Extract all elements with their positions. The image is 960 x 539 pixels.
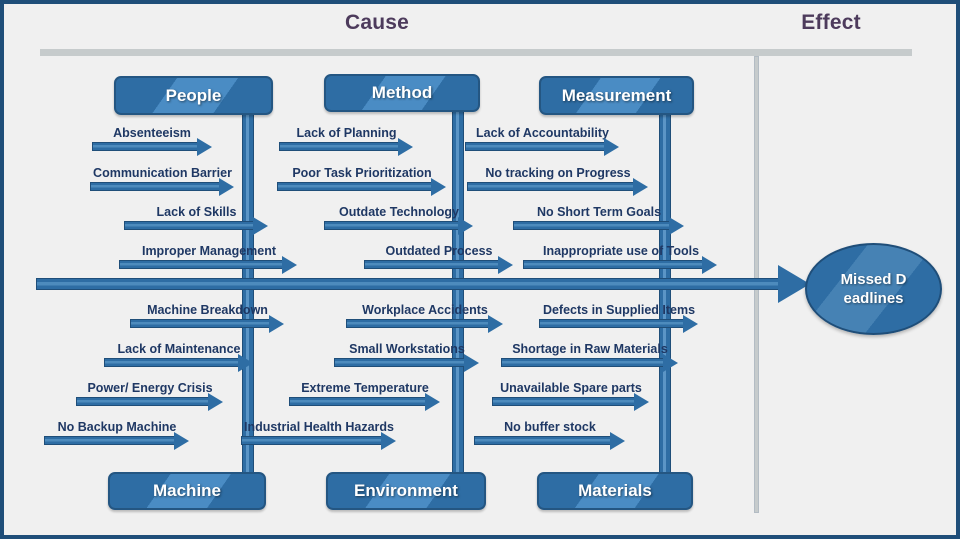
cause-measurement-1: Lack of Accountability [465, 121, 620, 156]
cause-label: Absenteeism [113, 126, 191, 140]
cause-label: Industrial Health Hazards [243, 420, 395, 434]
effect-node[interactable]: Missed Deadlines [805, 243, 942, 335]
cause-machine-2: Lack of Maintenance [104, 337, 254, 372]
fishbone-diagram: Cause Effect People Absenteeism Communic… [0, 0, 960, 539]
cause-section-title: Cause [344, 11, 410, 34]
top-divider-rule [40, 49, 912, 56]
cause-label: Extreme Temperature [301, 381, 429, 395]
category-label-measurement: Measurement [561, 85, 672, 105]
cause-label: Lack of Accountability [476, 126, 609, 140]
cause-label: Small Workstations [349, 342, 465, 356]
cause-label: Shortage in Raw Materials [512, 342, 668, 356]
cause-label: Inappropriate use of Tools [542, 244, 700, 258]
cause-label: No Backup Machine [57, 420, 177, 434]
cause-environment-3: Extreme Temperature [289, 376, 441, 411]
cause-materials-2: Shortage in Raw Materials [501, 337, 679, 372]
cause-label: Unavailable Spare parts [500, 381, 642, 395]
category-label-materials: Materials [578, 481, 652, 500]
cause-materials-4: No buffer stock [474, 415, 626, 450]
cause-people-4: Improper Management [119, 239, 299, 274]
category-box-measurement[interactable]: Measurement [539, 76, 694, 115]
cause-label: Power/ Energy Crisis [87, 381, 213, 395]
effect-node-label: Missed Deadlines [840, 271, 907, 307]
cause-method-1: Lack of Planning [279, 121, 414, 156]
cause-label: Outdate Technology [339, 205, 459, 219]
cause-people-2: Communication Barrier [90, 161, 235, 196]
cause-label: Lack of Skills [156, 205, 237, 219]
cause-machine-4: No Backup Machine [44, 415, 190, 450]
cause-label: Workplace Accidents [362, 303, 488, 317]
cause-label: No Short Term Goals [536, 205, 662, 219]
category-box-people[interactable]: People [114, 76, 273, 115]
category-label-people: People [165, 85, 222, 105]
category-label-machine: Machine [152, 481, 222, 500]
cause-measurement-2: No tracking on Progress [467, 161, 649, 196]
category-box-machine[interactable]: Machine [108, 472, 266, 510]
cause-method-4: Outdated Process [364, 239, 514, 274]
cause-people-3: Lack of Skills [124, 200, 269, 235]
cause-label: No tracking on Progress [485, 166, 631, 180]
cause-label: Improper Management [141, 244, 277, 258]
cause-label: Outdated Process [385, 244, 493, 258]
effect-section-title: Effect [801, 11, 861, 34]
cause-measurement-3: No Short Term Goals [513, 200, 685, 235]
cause-label: Poor Task Prioritization [292, 166, 432, 180]
category-box-method[interactable]: Method [324, 74, 480, 112]
category-label-environment: Environment [354, 481, 458, 500]
cause-environment-1: Workplace Accidents [346, 298, 504, 333]
cause-label: Communication Barrier [93, 166, 232, 180]
cause-method-3: Outdate Technology [324, 200, 474, 235]
cause-label: Defects in Supplied Items [542, 303, 696, 317]
cause-machine-3: Power/ Energy Crisis [76, 376, 224, 411]
category-box-environment[interactable]: Environment [326, 472, 486, 510]
cause-label: Lack of Maintenance [117, 342, 241, 356]
cause-environment-2: Small Workstations [334, 337, 480, 372]
spine-arrow-shaft [36, 278, 782, 290]
cause-environment-4: Industrial Health Hazards [241, 415, 397, 450]
cause-label: No buffer stock [504, 420, 596, 434]
category-label-method: Method [371, 83, 433, 102]
cause-measurement-4: Inappropriate use of Tools [523, 239, 719, 274]
cause-label: Lack of Planning [296, 126, 397, 140]
cause-method-2: Poor Task Prioritization [277, 161, 447, 196]
cause-machine-1: Machine Breakdown [130, 298, 285, 333]
cause-materials-3: Unavailable Spare parts [492, 376, 650, 411]
cause-label: Machine Breakdown [147, 303, 268, 317]
cause-people-1: Absenteeism [92, 121, 212, 156]
cause-materials-1: Defects in Supplied Items [539, 298, 699, 333]
category-box-materials[interactable]: Materials [537, 472, 693, 510]
